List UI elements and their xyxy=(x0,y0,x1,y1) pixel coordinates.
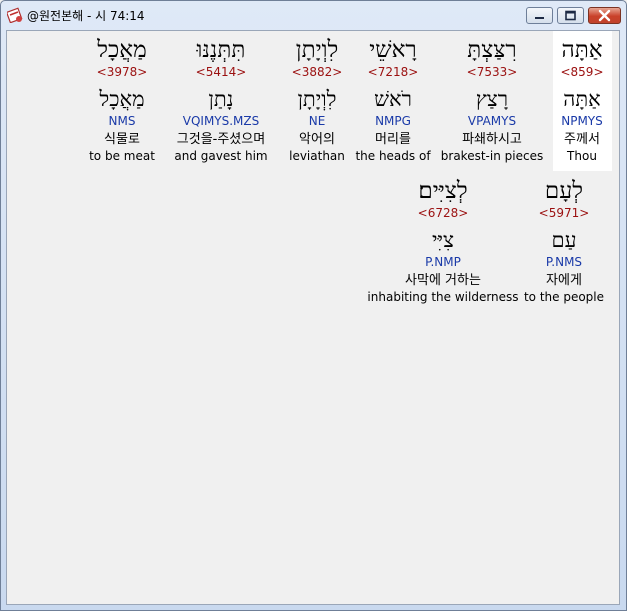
hebrew-lemma: רָצַץ xyxy=(475,87,509,111)
app-window: @원전본해 - 시 74:14 אַתָּה <859> אַתָּה NPMY… xyxy=(0,0,627,611)
english-gloss: and gavest him xyxy=(174,149,268,163)
english-gloss: leviathan xyxy=(289,149,345,163)
morphology-code: VQIMYS.MZS xyxy=(182,114,260,128)
english-gloss: to the people xyxy=(523,290,605,304)
maximize-button[interactable] xyxy=(557,7,584,24)
strong-number[interactable]: <6728> xyxy=(361,206,525,228)
korean-gloss: 사막에 거하는 xyxy=(405,273,481,288)
hebrew-word: תִּתְּנֶנּוּ xyxy=(196,37,246,63)
word-column[interactable]: לְצִיִּים׃ <6728> צִיִּי P.NMP 사막에 거하는 i… xyxy=(361,178,525,304)
minimize-button[interactable] xyxy=(526,7,553,24)
english-gloss: to be meat xyxy=(89,149,155,163)
title-bar[interactable]: @원전본해 - 시 74:14 xyxy=(1,1,626,29)
word-column[interactable]: תִּתְּנֶנּוּ <5414> נָתַן VQIMYS.MZS 그것을… xyxy=(166,37,276,163)
window-title: @원전본해 - 시 74:14 xyxy=(27,9,145,23)
word-column[interactable]: לְעָם <5971> עַם P.NMS 자에게 to the people xyxy=(509,178,619,304)
english-gloss: inhabiting the wilderness xyxy=(367,290,519,304)
morphology-code: P.NMS xyxy=(545,255,583,269)
hebrew-word: מַאֲכָל xyxy=(97,37,147,63)
hebrew-word: לְעָם xyxy=(544,178,584,204)
strong-number[interactable]: <5971> xyxy=(509,206,619,228)
maximize-icon xyxy=(565,10,576,21)
morphology-code: P.NMP xyxy=(425,255,461,269)
strong-number[interactable]: <7533> xyxy=(437,65,547,87)
strong-number[interactable]: <5414> xyxy=(166,65,276,87)
interlinear-pane[interactable]: אַתָּה <859> אַתָּה NPMYS 주께서 Thou רִצַּ… xyxy=(6,30,620,605)
korean-gloss: 자에게 xyxy=(546,273,582,288)
korean-gloss: 식물로 xyxy=(104,132,140,147)
hebrew-word: לִוְיָתָן xyxy=(295,37,339,63)
morphology-code: NE xyxy=(308,114,326,128)
word-column[interactable]: לִוְיָתָן <3882> לִוְיָתָן NE 악어의 leviat… xyxy=(262,37,372,163)
korean-gloss: 악어의 xyxy=(299,132,335,147)
close-button[interactable] xyxy=(588,7,621,24)
english-gloss: brakest-in pieces xyxy=(440,149,544,163)
korean-gloss: 파쇄하시고 xyxy=(462,132,522,147)
korean-gloss: 그것을-주셨으며 xyxy=(176,132,266,147)
morphology-code: NMS xyxy=(108,114,136,128)
strong-number[interactable]: <3882> xyxy=(262,65,372,87)
morphology-code: VPAMYS xyxy=(467,114,517,128)
hebrew-word: רִצַּצְתָּ xyxy=(467,37,517,63)
hebrew-lemma: נָתַן xyxy=(208,87,234,111)
word-column[interactable]: מַאֲכָל <3978> מַאֲכָל NMS 식물로 to be mea… xyxy=(67,37,177,163)
strong-number[interactable]: <3978> xyxy=(67,65,177,87)
hebrew-lemma: לִוְיָתָן xyxy=(297,87,337,111)
bible-app-icon xyxy=(7,7,23,23)
word-column[interactable]: רִצַּצְתָּ <7533> רָצַץ VPAMYS 파쇄하시고 bra… xyxy=(437,37,547,163)
hebrew-word: לְצִיִּים׃ xyxy=(418,178,468,204)
hebrew-lemma: צִיִּי xyxy=(431,228,454,252)
close-icon xyxy=(598,9,611,22)
hebrew-lemma: עַם xyxy=(551,228,577,252)
minimize-icon xyxy=(535,17,544,19)
hebrew-lemma: מַאֲכָל xyxy=(99,87,145,111)
